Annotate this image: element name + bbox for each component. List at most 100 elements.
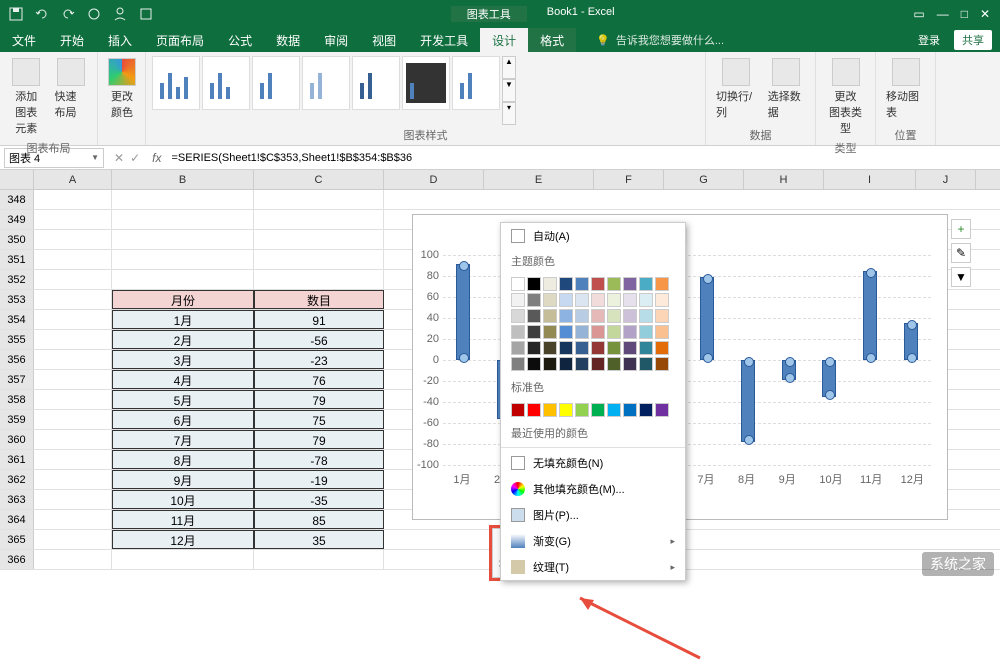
share-button[interactable]: 共享 (954, 30, 992, 50)
color-swatch[interactable] (543, 325, 557, 339)
cell[interactable]: 1月 (112, 310, 254, 329)
color-swatch[interactable] (511, 277, 525, 291)
row-header[interactable]: 364 (0, 510, 34, 529)
ribbon-display-icon[interactable]: ▭ (913, 7, 924, 21)
cell[interactable]: 9月 (112, 470, 254, 489)
tab-formula[interactable]: 公式 (216, 28, 264, 52)
tab-insert[interactable]: 插入 (96, 28, 144, 52)
select-data-button[interactable]: 选择数据 (764, 56, 809, 125)
color-swatch[interactable] (639, 293, 653, 307)
cell[interactable]: 12月 (112, 530, 254, 549)
row-header[interactable]: 350 (0, 230, 34, 249)
color-swatch[interactable] (575, 357, 589, 371)
color-swatch[interactable] (623, 293, 637, 307)
close-icon[interactable]: ✕ (980, 7, 990, 21)
redo-icon[interactable] (60, 6, 76, 22)
color-swatch[interactable] (655, 341, 669, 355)
cell[interactable]: 3月 (112, 350, 254, 369)
color-swatch[interactable] (511, 309, 525, 323)
color-swatch[interactable] (591, 325, 605, 339)
cell[interactable]: -19 (254, 470, 384, 489)
save-icon[interactable] (8, 6, 24, 22)
move-chart-button[interactable]: 移动图表 (882, 56, 929, 125)
row-header[interactable]: 353 (0, 290, 34, 309)
color-swatch[interactable] (511, 403, 525, 417)
chart-bar[interactable] (822, 360, 836, 397)
cell[interactable]: 4月 (112, 370, 254, 389)
color-swatch[interactable] (639, 403, 653, 417)
color-swatch[interactable] (527, 403, 541, 417)
color-swatch[interactable] (607, 341, 621, 355)
color-swatch[interactable] (559, 325, 573, 339)
color-swatch[interactable] (559, 341, 573, 355)
col-header[interactable]: I (824, 170, 916, 189)
chart-plus-icon[interactable]: + (951, 219, 971, 239)
cell[interactable]: 79 (254, 430, 384, 449)
col-header[interactable]: C (254, 170, 384, 189)
cell[interactable]: 6月 (112, 410, 254, 429)
cell[interactable]: 数目 (254, 290, 384, 309)
cell[interactable] (112, 190, 254, 209)
new-icon[interactable] (138, 6, 154, 22)
color-swatch[interactable] (623, 277, 637, 291)
color-swatch[interactable] (623, 357, 637, 371)
gallery-down-icon[interactable]: ▼ (502, 79, 516, 102)
texture-fill-item[interactable]: 纹理(T) ▸ (501, 554, 685, 580)
color-swatch[interactable] (639, 325, 653, 339)
row-header[interactable]: 355 (0, 330, 34, 349)
cell[interactable] (254, 250, 384, 269)
color-swatch[interactable] (511, 293, 525, 307)
col-header[interactable]: G (664, 170, 744, 189)
cell[interactable]: 8月 (112, 450, 254, 469)
tab-data[interactable]: 数据 (264, 28, 312, 52)
cell[interactable] (112, 550, 254, 569)
cell[interactable] (112, 230, 254, 249)
color-swatch[interactable] (559, 293, 573, 307)
color-swatch[interactable] (607, 293, 621, 307)
color-swatch[interactable] (607, 357, 621, 371)
chart-filter-icon[interactable]: ▼ (951, 267, 971, 287)
row-header[interactable]: 351 (0, 250, 34, 269)
color-swatch[interactable] (575, 341, 589, 355)
formula-input[interactable] (167, 148, 1000, 168)
color-swatch[interactable] (559, 357, 573, 371)
color-swatch[interactable] (511, 357, 525, 371)
color-swatch[interactable] (655, 309, 669, 323)
login-link[interactable]: 登录 (904, 32, 954, 48)
auto-color-item[interactable]: 自动(A) (501, 223, 685, 249)
cell[interactable] (254, 210, 384, 229)
color-swatch[interactable] (623, 325, 637, 339)
cell[interactable]: -23 (254, 350, 384, 369)
color-swatch[interactable] (575, 403, 589, 417)
color-swatch[interactable] (623, 403, 637, 417)
row-header[interactable]: 363 (0, 490, 34, 509)
cell[interactable] (254, 230, 384, 249)
switch-rowcol-button[interactable]: 切换行/列 (712, 56, 760, 125)
color-swatch[interactable] (527, 293, 541, 307)
color-swatch[interactable] (591, 277, 605, 291)
tab-design[interactable]: 设计 (480, 28, 528, 52)
color-swatch[interactable] (591, 293, 605, 307)
color-swatch[interactable] (543, 341, 557, 355)
tab-view[interactable]: 视图 (360, 28, 408, 52)
color-swatch[interactable] (543, 403, 557, 417)
cell[interactable]: 85 (254, 510, 384, 529)
cell[interactable]: 79 (254, 390, 384, 409)
cell[interactable] (254, 270, 384, 289)
color-swatch[interactable] (527, 341, 541, 355)
cell[interactable] (112, 270, 254, 289)
touch-icon[interactable] (86, 6, 102, 22)
color-swatch[interactable] (655, 277, 669, 291)
add-chart-element-button[interactable]: 添加图表 元素 (6, 56, 47, 138)
color-swatch[interactable] (543, 357, 557, 371)
row-header[interactable]: 360 (0, 430, 34, 449)
color-swatch[interactable] (639, 309, 653, 323)
color-swatch[interactable] (623, 341, 637, 355)
minimize-icon[interactable]: — (937, 7, 949, 21)
chart-bar[interactable] (700, 277, 714, 360)
row-header[interactable]: 349 (0, 210, 34, 229)
col-header[interactable]: B (112, 170, 254, 189)
color-swatch[interactable] (575, 293, 589, 307)
col-header[interactable]: J (916, 170, 976, 189)
cell[interactable] (254, 190, 384, 209)
